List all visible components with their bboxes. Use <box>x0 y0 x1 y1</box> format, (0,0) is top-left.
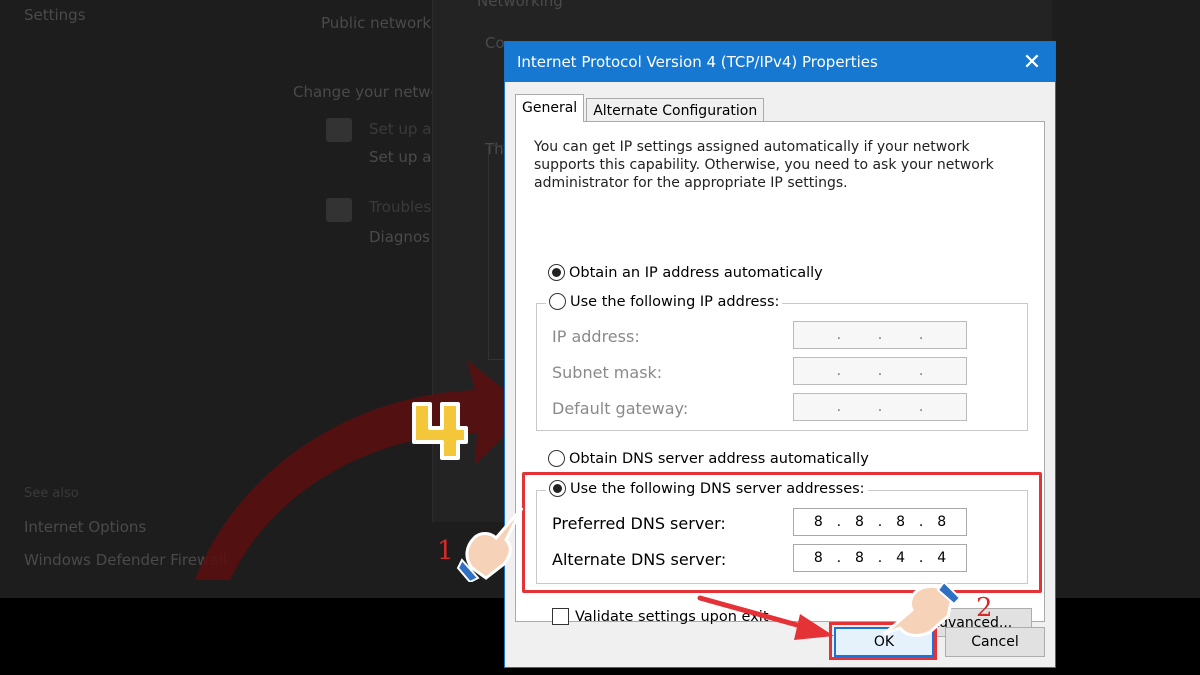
step-1-number: 1 <box>437 536 454 566</box>
ip-address-label: IP address: <box>552 327 640 346</box>
hand-pointer-icon <box>456 507 524 582</box>
ip-address-input[interactable]: . . . <box>793 321 967 349</box>
radio-label: Use the following IP address: <box>570 293 780 310</box>
bg-troubleshoot-link: Troubles <box>369 198 432 216</box>
default-gateway-input[interactable]: . . . <box>793 393 967 421</box>
radio-label: Obtain an IP address automatically <box>569 264 823 281</box>
bg-troubleshoot-icon <box>326 198 352 222</box>
bg-network-type: Public network <box>321 14 432 32</box>
subnet-mask-label: Subnet mask: <box>552 363 663 382</box>
bg-see-also: See also <box>24 486 79 501</box>
bg-internet-options: Internet Options <box>24 518 147 536</box>
radio-button-unchecked[interactable] <box>548 450 565 467</box>
tab-alternate-configuration[interactable]: Alternate Configuration <box>586 98 765 122</box>
dialog-titlebar: Internet Protocol Version 4 (TCP/IPv4) P… <box>505 42 1055 82</box>
bg-setup-icon <box>326 118 352 142</box>
bg-setup-desc: Set up a <box>369 148 432 166</box>
radio-button-checked[interactable] <box>548 264 565 281</box>
intro-text: You can get IP settings assigned automat… <box>534 139 994 191</box>
radio-label: Obtain DNS server address automatically <box>569 450 869 467</box>
subnet-mask-input[interactable]: . . . <box>793 357 967 385</box>
radio-obtain-dns-auto[interactable]: Obtain DNS server address automatically <box>548 450 869 467</box>
bg-networking-tab: Networking <box>477 0 563 10</box>
step-4-badge: 4 <box>412 402 468 460</box>
bg-connect-label: Co <box>485 34 505 52</box>
red-pointer-arrow <box>697 595 834 640</box>
step-2-number: 2 <box>976 593 993 623</box>
checkbox-box[interactable] <box>552 608 569 625</box>
bg-setup-link: Set up a <box>369 120 432 138</box>
bg-change-network-heading: Change your netwo <box>293 83 440 101</box>
tab-general[interactable]: General <box>515 94 585 122</box>
close-icon[interactable]: ✕ <box>1009 42 1055 82</box>
radio-button-unchecked[interactable] <box>549 293 566 310</box>
general-tab-panel: You can get IP settings assigned automat… <box>515 121 1045 637</box>
ipv4-properties-dialog: Internet Protocol Version 4 (TCP/IPv4) P… <box>504 41 1056 668</box>
dns-highlight-frame <box>522 472 1042 593</box>
default-gateway-label: Default gateway: <box>552 399 689 418</box>
hand-pointer-icon <box>883 580 962 637</box>
tab-strip: General Alternate Configuration <box>515 94 766 122</box>
bg-settings-link: Settings <box>24 6 86 24</box>
bg-diagnose-desc: Diagnos <box>369 228 430 246</box>
radio-obtain-ip-auto[interactable]: Obtain an IP address automatically <box>548 264 823 281</box>
radio-use-following-ip[interactable]: Use the following IP address: <box>546 293 783 310</box>
dialog-title: Internet Protocol Version 4 (TCP/IPv4) P… <box>517 53 878 71</box>
